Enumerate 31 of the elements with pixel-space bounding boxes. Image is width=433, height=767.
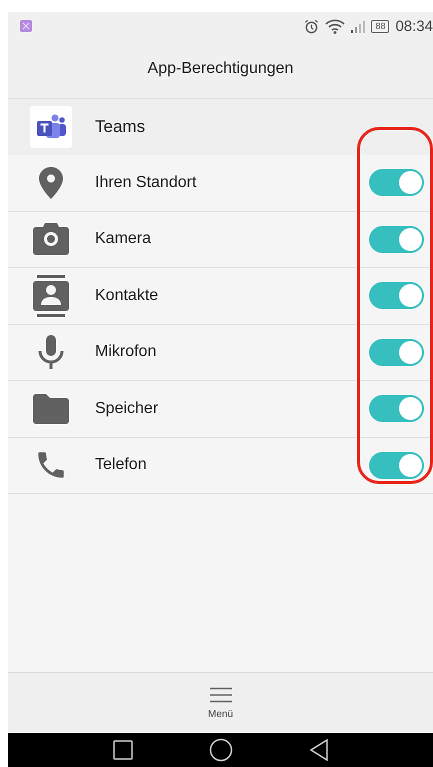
wifi-icon bbox=[325, 18, 346, 34]
permission-toggle[interactable] bbox=[369, 452, 424, 479]
menu-icon[interactable] bbox=[210, 686, 232, 702]
permission-toggle[interactable] bbox=[369, 169, 424, 196]
permission-label: Ihren Standort bbox=[95, 174, 198, 192]
permission-toggle[interactable] bbox=[369, 282, 424, 310]
contacts-icon bbox=[33, 274, 69, 317]
signal-icon bbox=[351, 19, 366, 33]
page-title: App-Berechtigungen bbox=[148, 60, 294, 78]
menu-label[interactable]: Menü bbox=[208, 708, 233, 720]
recent-apps-icon[interactable] bbox=[112, 740, 132, 760]
home-icon[interactable] bbox=[208, 738, 232, 762]
clock-time: 08:34 bbox=[395, 18, 433, 34]
camera-icon bbox=[33, 223, 69, 256]
permission-label: Kamera bbox=[95, 230, 152, 248]
permission-toggle[interactable] bbox=[369, 226, 424, 253]
app-name: Teams bbox=[95, 117, 146, 137]
permission-label: Speicher bbox=[95, 400, 160, 418]
location-pin-icon bbox=[39, 166, 63, 199]
back-icon[interactable] bbox=[308, 739, 328, 761]
permission-toggle[interactable] bbox=[369, 338, 424, 366]
permission-label: Telefon bbox=[95, 456, 148, 474]
permission-label: Mikrofon bbox=[95, 343, 158, 362]
permission-label: Kontakte bbox=[95, 286, 160, 305]
folder-icon bbox=[33, 394, 69, 424]
microphone-icon bbox=[37, 335, 65, 370]
app-icon bbox=[30, 106, 72, 148]
app-notification-icon bbox=[20, 20, 32, 32]
permission-toggle[interactable] bbox=[369, 395, 424, 422]
alarm-icon bbox=[304, 18, 320, 34]
battery-level: 88 bbox=[371, 20, 390, 32]
